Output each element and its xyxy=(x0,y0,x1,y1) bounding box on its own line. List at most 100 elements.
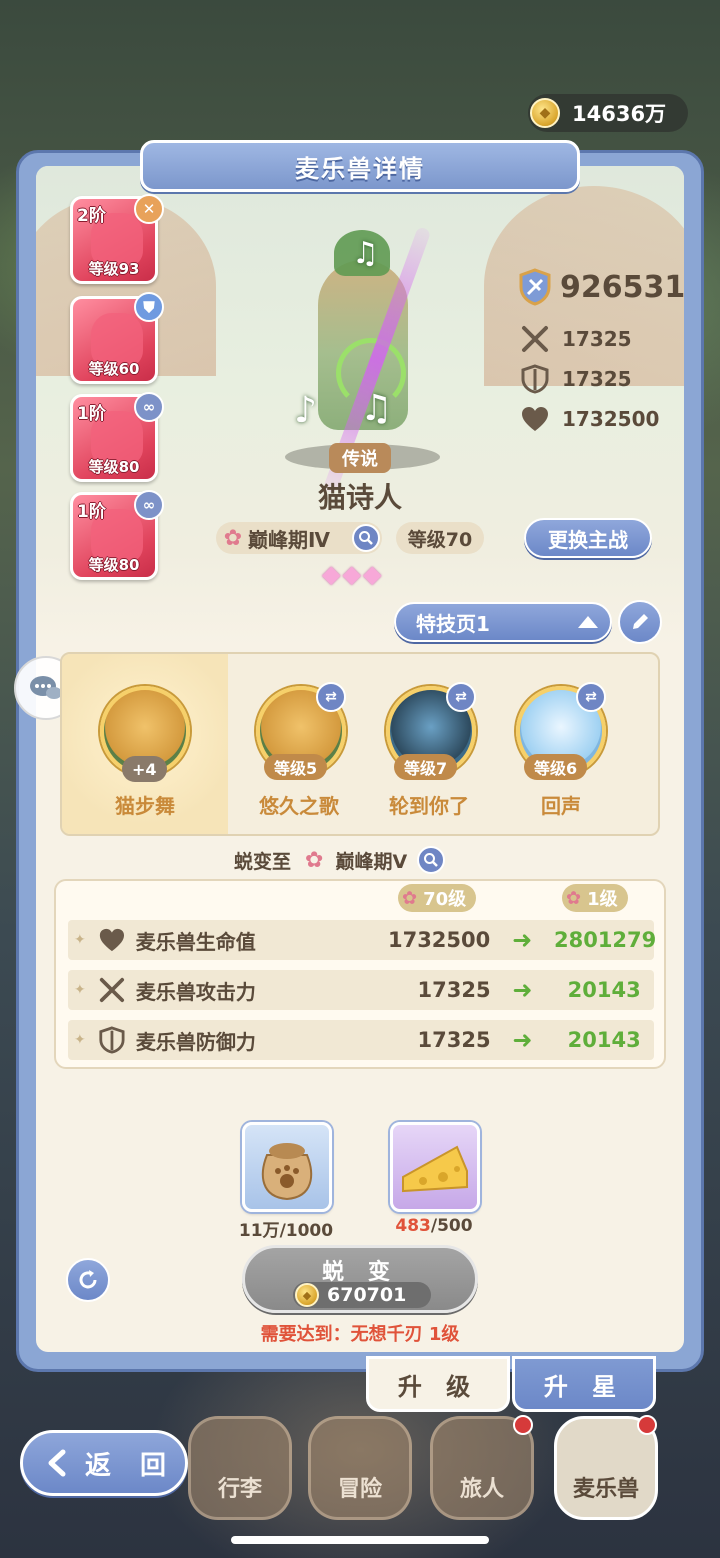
search-icon[interactable] xyxy=(352,524,380,552)
pet-name: 猫诗人 xyxy=(317,481,402,514)
power-value: 926531 xyxy=(560,269,686,305)
chat-icon xyxy=(30,676,62,699)
link-icon: ∞ xyxy=(134,392,164,422)
nav-luggage[interactable]: 行李 xyxy=(188,1416,292,1520)
skill-plus-badge: +4 xyxy=(122,756,167,782)
sparkle-icon: ✦ xyxy=(74,1032,86,1048)
link-icon: ∞ xyxy=(134,490,164,520)
stat-current: 1732500 xyxy=(387,928,491,952)
hp-stat: 1732500 xyxy=(520,404,659,434)
back-button[interactable]: 返 回 xyxy=(20,1430,188,1496)
card-level: 等级80 xyxy=(88,458,140,476)
attack-value: 17325 xyxy=(562,327,632,351)
table-row: ✦ 麦乐兽防御力 17325 ➜ 20143 xyxy=(68,1020,654,1060)
coin-icon: ◆ xyxy=(295,1283,319,1307)
gold-counter: ◆ 14636万 xyxy=(528,94,688,132)
rarity-badge: 传说 xyxy=(329,443,391,473)
material-count: 483/500 xyxy=(374,1216,494,1236)
nav-adventure[interactable]: 冒险 xyxy=(308,1416,412,1520)
requirement-text: 需要达到：无想千刃 1级 xyxy=(260,1324,460,1345)
material-cheese[interactable] xyxy=(390,1122,480,1212)
tab-upgrade[interactable]: 升 级 xyxy=(366,1356,510,1412)
evolve-to-label: 蜕变至 xyxy=(234,850,292,873)
music-note-icon: ♫ xyxy=(352,236,379,271)
stat-next: 20143 xyxy=(567,978,641,1002)
stat-label: 麦乐兽防御力 xyxy=(135,1029,256,1054)
material-food-bag[interactable] xyxy=(242,1122,332,1212)
star-rating: ◆ ◆ ◆ xyxy=(322,560,381,588)
home-indicator[interactable] xyxy=(231,1536,489,1544)
notification-dot xyxy=(513,1415,533,1435)
star-icon: ◆ xyxy=(322,560,341,588)
skill-name: 猫步舞 xyxy=(115,794,175,818)
power-stat: 926531 xyxy=(518,268,685,306)
card-level: 等级93 xyxy=(88,260,140,278)
gold-amount: 14636万 xyxy=(572,102,667,126)
table-row: ✦ 麦乐兽攻击力 17325 ➜ 20143 xyxy=(68,970,654,1010)
switch-main-button[interactable]: 更换主战 xyxy=(524,518,652,558)
card-tier: 1阶 xyxy=(77,404,106,424)
card-tier: 1阶 xyxy=(77,502,106,522)
sparkle-icon: ✦ xyxy=(74,982,86,998)
evolve-cost-value: 670701 xyxy=(327,1284,407,1306)
skill-page-label: 特技页1 xyxy=(416,611,490,636)
flower-icon: ✿ xyxy=(223,525,243,551)
shield-icon xyxy=(99,1026,125,1054)
coin-icon: ◆ xyxy=(530,98,560,128)
edit-button[interactable] xyxy=(618,600,662,644)
nav-label: 冒险 xyxy=(337,1477,382,1502)
back-label: 返 回 xyxy=(85,1450,177,1481)
nav-label: 旅人 xyxy=(459,1477,504,1502)
swap-icon[interactable]: ⇄ xyxy=(446,682,476,712)
panel-title: 麦乐兽详情 xyxy=(140,140,580,192)
skill-name: 悠久之歌 xyxy=(259,794,339,818)
stage-text: 巅峰期Ⅳ xyxy=(248,527,330,552)
next-level-chip: ✿ 1级 xyxy=(562,884,628,912)
evolve-to-stage: 巅峰期Ⅴ xyxy=(335,850,408,873)
food-bag-icon xyxy=(261,1143,313,1201)
stat-label: 麦乐兽攻击力 xyxy=(135,979,256,1004)
nav-pets[interactable]: 麦乐兽 xyxy=(554,1415,658,1520)
material-need: /1000 xyxy=(279,1221,334,1241)
evolve-button[interactable]: 蜕 变 ◆ 670701 xyxy=(242,1245,478,1313)
swap-icon[interactable]: ⇄ xyxy=(576,682,606,712)
card-level: 等级60 xyxy=(88,360,140,378)
stat-current: 17325 xyxy=(417,1028,491,1052)
current-level-chip: ✿ 70级 xyxy=(398,884,477,912)
material-count: 11万/1000 xyxy=(226,1216,346,1241)
material-need: /500 xyxy=(430,1216,473,1236)
cheese-icon xyxy=(402,1145,468,1193)
skill-level: 等级6 xyxy=(524,754,588,780)
star-icon: ◆ xyxy=(362,560,382,588)
table-row: ✦ 麦乐兽生命值 1732500 ➜ 2801279 xyxy=(68,920,657,960)
star-icon: ◆ xyxy=(342,560,361,588)
flower-icon: ✿ xyxy=(402,887,418,909)
swords-icon xyxy=(99,977,124,1003)
arrow-right-icon: ➜ xyxy=(512,976,533,1004)
flower-icon: ✿ xyxy=(305,847,324,873)
close-icon[interactable]: ✕ xyxy=(134,194,164,224)
stage-pill: ✿ 巅峰期Ⅳ xyxy=(216,522,382,554)
material-have: 483 xyxy=(395,1216,431,1236)
swap-icon[interactable]: ⇄ xyxy=(316,682,346,712)
stat-next: 2801279 xyxy=(553,928,657,952)
power-shield-icon xyxy=(519,268,551,306)
stat-current: 17325 xyxy=(417,978,491,1002)
swords-icon xyxy=(522,326,548,352)
tab-star-up[interactable]: 升 星 xyxy=(512,1356,656,1412)
card-tier: 2阶 xyxy=(77,206,106,226)
hp-value: 1732500 xyxy=(562,407,660,431)
arrow-right-icon: ➜ xyxy=(512,1026,533,1054)
nav-traveler[interactable]: 旅人 xyxy=(430,1415,534,1520)
search-icon[interactable] xyxy=(417,846,446,874)
heart-icon xyxy=(99,928,124,952)
skill-page-select[interactable]: 特技页1 xyxy=(394,602,612,642)
refresh-button[interactable] xyxy=(66,1258,110,1302)
notification-dot xyxy=(637,1415,657,1435)
back-arrow-icon xyxy=(48,1449,66,1477)
skill-name: 回声 xyxy=(541,794,581,818)
shield-badge-icon: ⛊ xyxy=(134,292,164,322)
chevron-up-icon xyxy=(578,616,598,628)
level-pill: 等级70 xyxy=(396,522,484,554)
flower-icon: ✿ xyxy=(566,887,582,909)
